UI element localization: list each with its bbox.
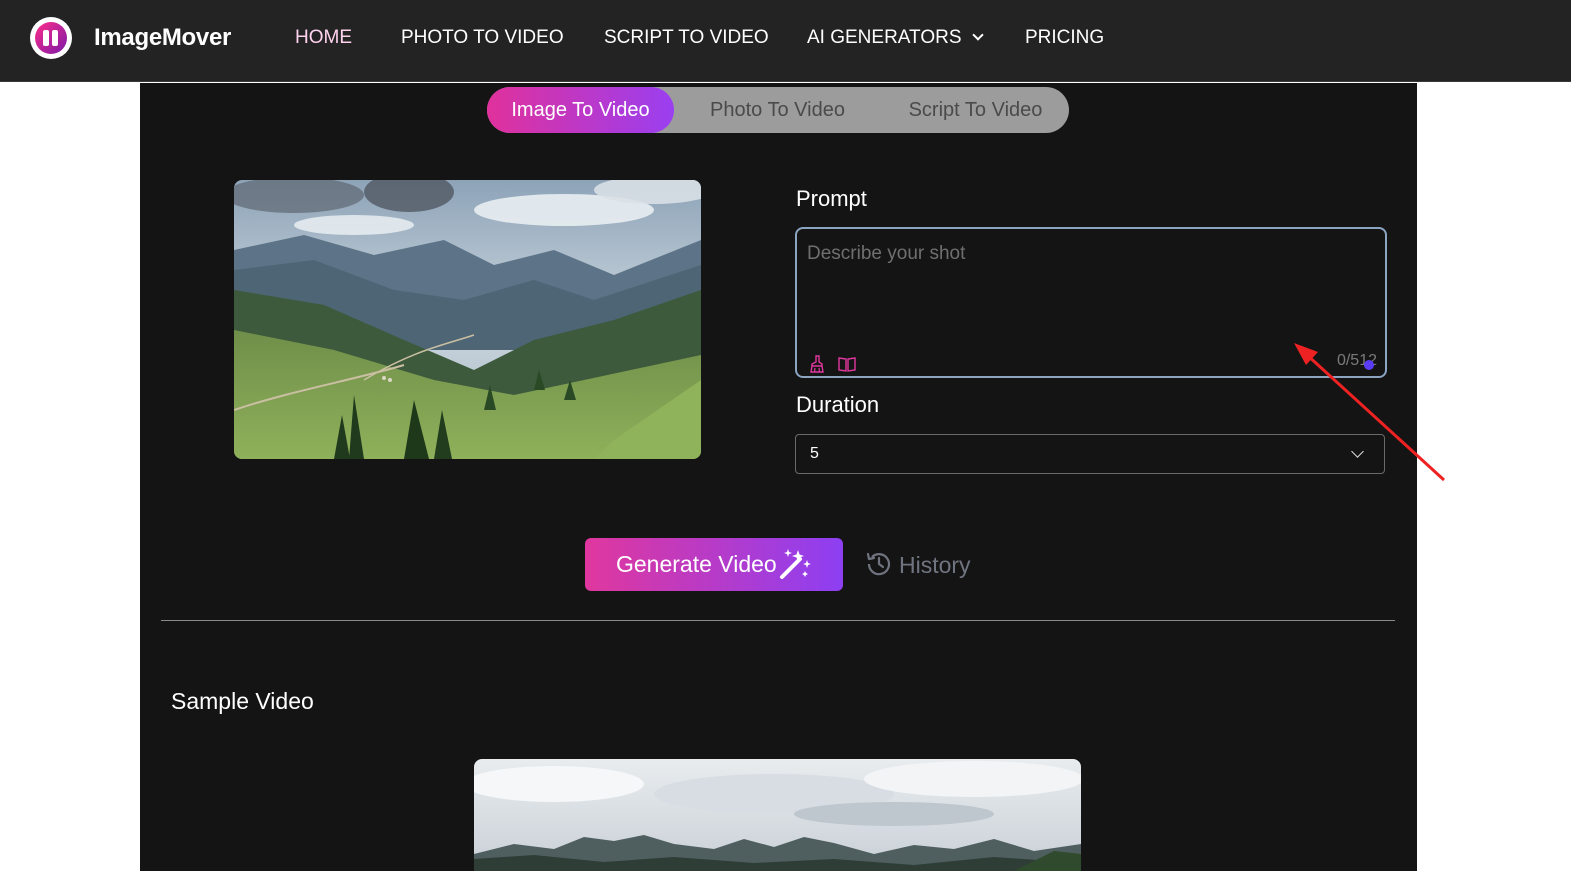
history-label: History — [899, 552, 971, 578]
nav-home[interactable]: HOME — [295, 27, 352, 49]
tab-image-to-video[interactable]: Image To Video — [487, 87, 674, 133]
uploaded-image[interactable] — [234, 180, 701, 459]
duration-selected-value: 5 — [810, 445, 819, 462]
nav-pricing[interactable]: PRICING — [1025, 27, 1104, 49]
tab-photo-to-video[interactable]: Photo To Video — [689, 87, 866, 133]
nav-photo-to-video[interactable]: PHOTO TO VIDEO — [401, 27, 564, 49]
sample-video-player[interactable] — [474, 759, 1081, 871]
sample-video-thumbnail — [474, 759, 1081, 871]
nav-ai-generators-label: AI GENERATORS — [807, 27, 962, 48]
clean-brush-icon[interactable] — [807, 354, 827, 374]
sample-video-title: Sample Video — [171, 688, 314, 714]
generate-video-label: Generate Video — [616, 551, 777, 577]
generate-video-button[interactable]: Generate Video — [585, 538, 843, 591]
cursor-dot — [1364, 360, 1374, 370]
book-icon[interactable] — [837, 354, 857, 374]
chevron-down-icon — [971, 29, 984, 41]
magic-wand-icon — [780, 549, 811, 579]
brand-name[interactable]: ImageMover — [94, 24, 231, 52]
history-clock-icon — [866, 552, 891, 576]
duration-label: Duration — [796, 392, 880, 417]
landscape-photo — [234, 180, 701, 459]
mode-tabs: Image To Video Photo To Video Script To … — [487, 87, 1069, 133]
prompt-label: Prompt — [796, 186, 867, 211]
logo-icon[interactable] — [30, 17, 72, 59]
nav-script-to-video[interactable]: SCRIPT TO VIDEO — [604, 27, 769, 49]
section-divider — [161, 620, 1395, 621]
tab-script-to-video[interactable]: Script To Video — [887, 87, 1064, 133]
prompt-box: 0/512 — [795, 227, 1387, 378]
top-navigation: ImageMover HOME PHOTO TO VIDEO SCRIPT TO… — [0, 0, 1571, 82]
nav-ai-generators[interactable]: AI GENERATORS — [807, 27, 984, 49]
prompt-input[interactable] — [807, 243, 1367, 343]
duration-select[interactable]: 5 — [795, 434, 1385, 474]
prompt-tools — [807, 354, 863, 374]
chevron-down-icon — [1351, 445, 1364, 458]
